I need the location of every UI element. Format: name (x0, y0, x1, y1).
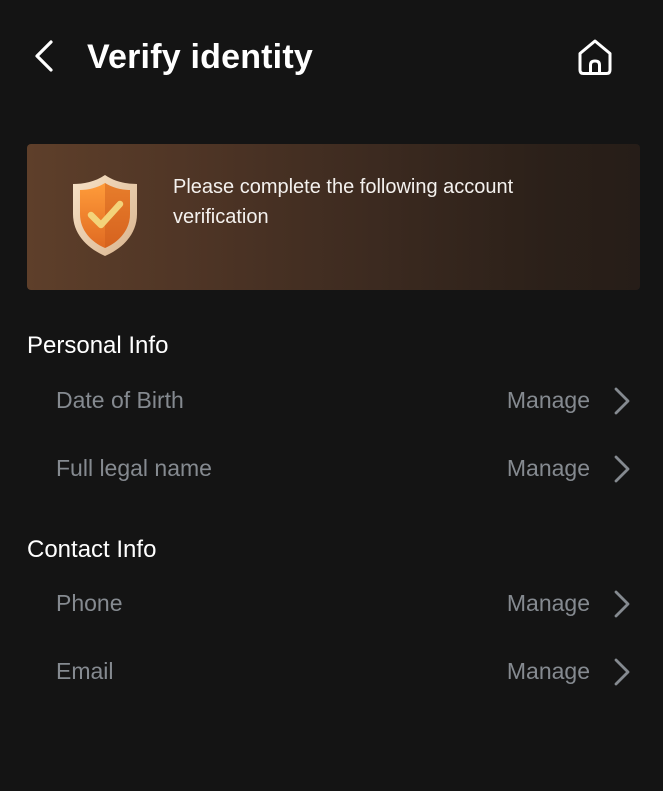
chevron-right-icon (614, 590, 630, 618)
page-title: Verify identity (87, 38, 313, 76)
item-label: Date of Birth (56, 387, 184, 413)
back-button[interactable] (26, 36, 62, 76)
list-item-date-of-birth[interactable]: Date of Birth Manage (0, 371, 663, 431)
section-title-contact-info: Contact Info (27, 536, 157, 563)
item-label: Full legal name (56, 455, 212, 481)
verification-banner: Please complete the following account ve… (27, 144, 640, 290)
manage-link[interactable]: Manage (507, 453, 590, 483)
banner-message: Please complete the following account ve… (173, 176, 514, 228)
item-label: Email (56, 658, 114, 684)
top-bar: Verify identity (0, 0, 663, 115)
home-button[interactable] (572, 36, 618, 78)
manage-link[interactable]: Manage (507, 656, 590, 686)
chevron-right-icon (614, 455, 630, 483)
section-title-personal-info: Personal Info (27, 332, 169, 359)
chevron-right-icon (614, 658, 630, 686)
manage-link[interactable]: Manage (507, 588, 590, 618)
list-item-phone[interactable]: Phone Manage (0, 574, 663, 634)
item-label: Phone (56, 590, 123, 616)
shield-check-icon (73, 175, 137, 256)
home-icon (578, 39, 612, 75)
manage-link[interactable]: Manage (507, 385, 590, 415)
chevron-right-icon (614, 387, 630, 415)
chevron-left-icon (35, 40, 53, 72)
list-item-email[interactable]: Email Manage (0, 642, 663, 702)
list-item-full-legal-name[interactable]: Full legal name Manage (0, 439, 663, 499)
